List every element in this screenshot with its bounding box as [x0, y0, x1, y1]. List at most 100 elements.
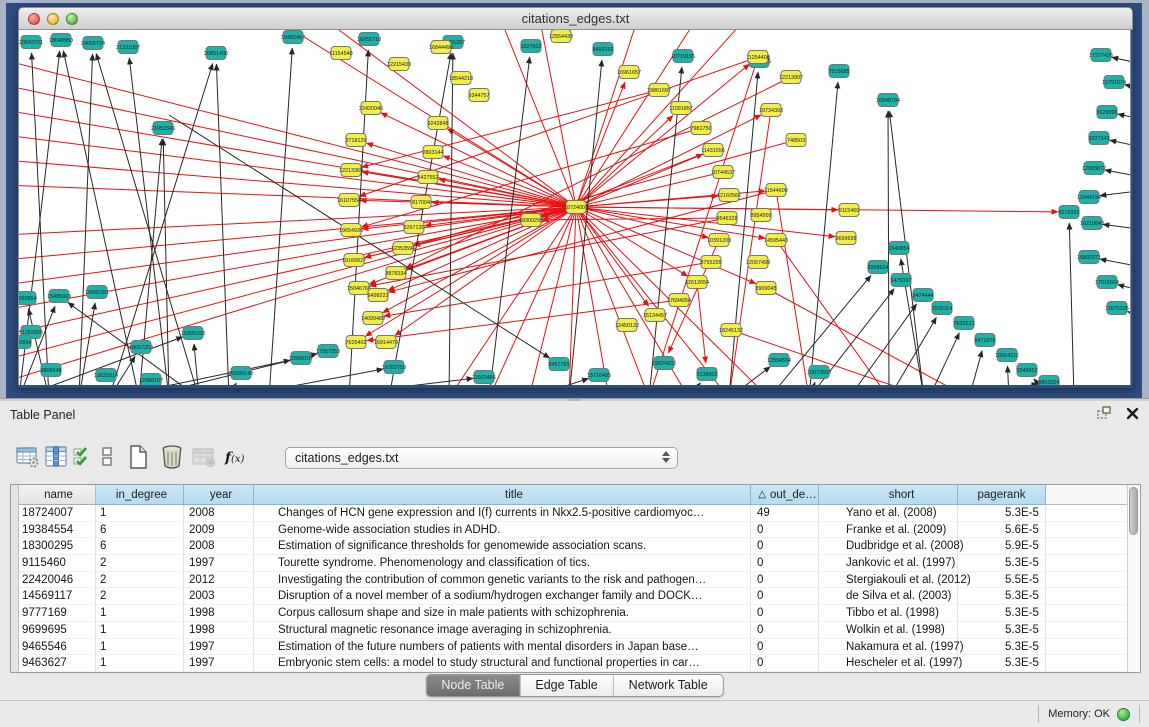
graph-node[interactable]: 8267130 [404, 221, 425, 234]
graph-node[interactable]: 9474444 [913, 289, 934, 302]
graph-node[interactable]: 11254408 [746, 51, 770, 64]
graph-node[interactable]: 19861697 [647, 84, 671, 97]
graph-node[interactable]: 8427552 [418, 171, 439, 184]
graph-node[interactable]: 10654112 [995, 349, 1019, 362]
zoom-window-button[interactable] [66, 13, 78, 25]
graph-node[interactable]: 10958107 [289, 352, 313, 365]
graph-node[interactable]: 22420046 [359, 102, 383, 115]
graph-node[interactable]: 2718129 [346, 134, 367, 147]
graph-node[interactable]: 12958107 [139, 374, 163, 386]
table-row[interactable]: 946554611997Estimation of the future num… [19, 639, 1127, 656]
graph-node[interactable]: 7981750 [691, 122, 712, 135]
graph-node[interactable]: 18245132 [719, 324, 743, 337]
graph-node[interactable]: 10985281 [85, 286, 109, 299]
column-header-in-degree[interactable]: in_degree [96, 485, 184, 505]
graph-node[interactable]: 17694054 [667, 294, 691, 307]
table-row[interactable]: 946362711997Embryonic stem cells: a mode… [19, 655, 1127, 672]
graph-node[interactable]: 15892971 [1077, 251, 1101, 264]
graph-node[interactable]: 2060554 [19, 292, 37, 305]
graph-node[interactable]: 9806548 [41, 364, 62, 377]
column-header-name[interactable]: name [19, 485, 96, 505]
graph-node[interactable]: 12612654 [685, 276, 709, 289]
table-row[interactable]: 1938455462009Genome-wide association stu… [19, 522, 1127, 539]
graph-node[interactable]: 9498222 [368, 289, 389, 302]
graph-node[interactable]: 8466160 [593, 43, 614, 56]
graph-node[interactable]: 19025914 [94, 369, 118, 382]
graph-node[interactable]: 12057499 [746, 256, 770, 269]
select-columns-icon[interactable] [70, 443, 98, 471]
network-canvas[interactable]: 2064372118048950240557242133108720891406… [18, 30, 1131, 385]
graph-node[interactable]: 15485009 [47, 290, 71, 303]
graph-node[interactable]: 12894504 [767, 354, 791, 367]
graph-node[interactable]: 8215953 [1059, 206, 1080, 219]
tab-node-table[interactable]: Node Table [426, 675, 519, 696]
graph-node[interactable]: 16844490 [429, 41, 453, 54]
graph-node[interactable]: 9853304 [1039, 376, 1060, 386]
table-row[interactable]: 1830029562008Estimation of significance … [19, 538, 1127, 555]
graph-node[interactable]: 9245652 [1017, 364, 1038, 377]
graph-node[interactable]: 8954509 [751, 209, 772, 222]
graph-node[interactable]: 11923466 [472, 371, 496, 384]
table-row[interactable]: 2242004622012Investigating the contribut… [19, 572, 1127, 589]
graph-node[interactable]: 7625402 [346, 336, 367, 349]
graph-node[interactable]: 1527602 [521, 40, 542, 53]
create-column-icon[interactable] [124, 443, 152, 471]
table-row[interactable]: 1872400712008Changes of HCN gene express… [19, 505, 1127, 522]
graph-node[interactable]: 11675335 [1105, 302, 1129, 315]
graph-node[interactable]: 12213907 [779, 71, 803, 84]
graph-node[interactable]: 18057253 [129, 341, 153, 354]
graph-node[interactable]: 8878334 [386, 267, 407, 280]
graph-node[interactable]: 20689148 [229, 367, 253, 380]
graph-node[interactable]: 21331087 [116, 41, 140, 54]
graph-node[interactable]: 19824502 [652, 357, 676, 370]
graph-node[interactable]: 17016504 [1095, 276, 1119, 289]
graph-node[interactable]: 12093872 [1082, 162, 1106, 175]
graph-node[interactable]: 19166827 [342, 254, 366, 267]
table-scrollbar-thumb[interactable] [1129, 487, 1138, 535]
graph-node[interactable]: 9129996 [1097, 106, 1118, 119]
graph-node[interactable]: 18300295 [519, 214, 543, 227]
graph-node[interactable]: 6479197 [891, 274, 912, 287]
graph-node[interactable]: 15751074 [1102, 76, 1126, 89]
graph-node[interactable]: 16648794 [876, 94, 900, 107]
column-header-title[interactable]: title [254, 485, 751, 505]
graph-node[interactable]: 8755255 [701, 256, 722, 269]
graph-node[interactable]: 9135002 [697, 368, 718, 381]
table-selector-dropdown[interactable]: citations_edges.txt [285, 447, 678, 469]
graph-node[interactable]: 10391209 [707, 234, 731, 247]
graph-node[interactable]: 11544609 [764, 184, 788, 197]
graph-node[interactable]: 11154540 [329, 47, 352, 60]
graph-node[interactable]: 20891406 [204, 47, 228, 60]
function-builder-icon[interactable]: f (x) [222, 443, 250, 471]
graph-node[interactable]: 20643721 [19, 36, 43, 49]
graph-node[interactable]: 12554439 [549, 30, 573, 43]
tab-network-table[interactable]: Network Table [613, 675, 723, 696]
table-row[interactable]: 969969511998Structural magnetic resonanc… [19, 622, 1127, 639]
graph-node[interactable]: 17377426 [1089, 49, 1113, 62]
graph-node[interactable]: 8471676 [975, 334, 996, 347]
graph-node[interactable]: 11431656 [701, 144, 725, 157]
table-row[interactable]: 977716911998Corpus callosum shape and si… [19, 605, 1127, 622]
graph-node[interactable]: 16055718 [357, 33, 381, 46]
column-header-year[interactable]: year [184, 485, 254, 505]
graph-node[interactable]: 18048950 [49, 34, 73, 47]
graph-node[interactable]: 9457791 [549, 358, 570, 371]
graph-node[interactable]: 19482467 [281, 31, 305, 44]
graph-node[interactable]: 16107554 [337, 194, 361, 207]
minimize-window-button[interactable] [47, 13, 59, 25]
graph-node[interactable]: 9242848 [428, 117, 449, 130]
network-svg[interactable]: 2064372118048950240557242133108720891406… [19, 30, 1131, 385]
graph-node[interactable]: 12215439 [387, 58, 411, 71]
graph-node[interactable]: 18724007 [564, 201, 588, 214]
show-columns-icon[interactable] [42, 443, 70, 471]
graph-node[interactable]: 2935114 [932, 302, 953, 315]
graph-node[interactable]: 15716485 [587, 369, 611, 382]
graph-node[interactable]: 10719155 [671, 50, 695, 63]
graph-node[interactable]: 16782759 [382, 361, 406, 374]
graph-node[interactable]: 19734303 [759, 104, 783, 117]
float-panel-icon[interactable] [1096, 406, 1112, 420]
graph-node[interactable]: 21053346 [151, 122, 175, 135]
graph-node[interactable]: 2803144 [423, 146, 444, 159]
graph-node[interactable]: 15134457 [643, 309, 667, 322]
table-row[interactable]: 911546021997Tourette syndrome. Phenomeno… [19, 555, 1127, 572]
